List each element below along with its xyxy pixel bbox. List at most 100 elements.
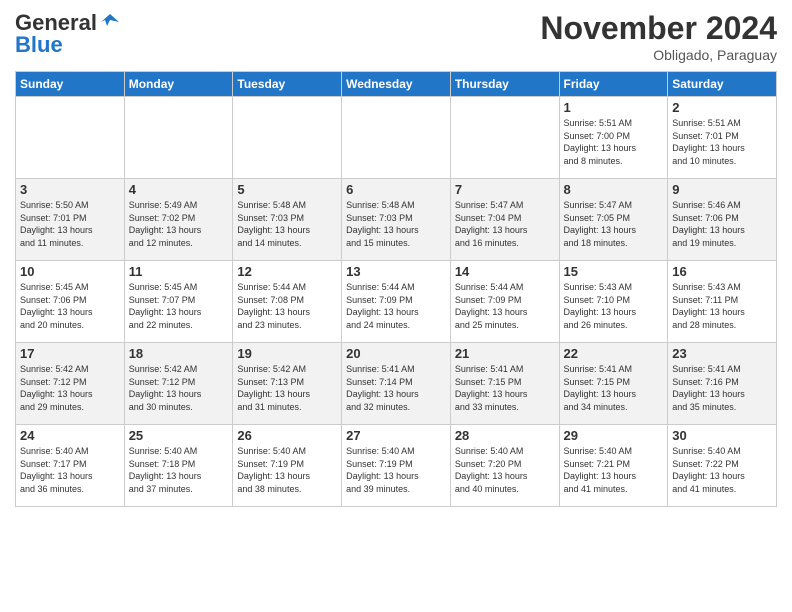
day-number: 5 <box>237 182 337 197</box>
day-detail: Sunrise: 5:44 AM Sunset: 7:08 PM Dayligh… <box>237 281 337 331</box>
calendar-cell: 8Sunrise: 5:47 AM Sunset: 7:05 PM Daylig… <box>559 179 668 261</box>
day-detail: Sunrise: 5:43 AM Sunset: 7:11 PM Dayligh… <box>672 281 772 331</box>
day-detail: Sunrise: 5:48 AM Sunset: 7:03 PM Dayligh… <box>346 199 446 249</box>
week-row-5: 24Sunrise: 5:40 AM Sunset: 7:17 PM Dayli… <box>16 425 777 507</box>
header-day-tuesday: Tuesday <box>233 72 342 97</box>
calendar-cell: 3 Sunrise: 5:50 AM Sunset: 7:01 PM Daylig… <box>16 179 125 261</box>
day-number: 8 <box>564 182 664 197</box>
day-number: 25 <box>129 428 229 443</box>
header-day-friday: Friday <box>559 72 668 97</box>
day-detail: Sunrise: 5:40 AM Sunset: 7:21 PM Dayligh… <box>564 445 664 495</box>
day-detail: Sunrise: 5:40 AM Sunset: 7:19 PM Dayligh… <box>346 445 446 495</box>
day-detail: Sunrise: 5:47 AM Sunset: 7:04 PM Dayligh… <box>455 199 555 249</box>
day-number: 3 <box>20 182 120 197</box>
calendar-cell: 28 Sunrise: 5:40 AM Sunset: 7:20 PM Dayli… <box>450 425 559 507</box>
header-row: SundayMondayTuesdayWednesdayThursdayFrid… <box>16 72 777 97</box>
calendar-table: SundayMondayTuesdayWednesdayThursdayFrid… <box>15 71 777 507</box>
calendar-cell: 12 Sunrise: 5:44 AM Sunset: 7:08 PM Dayli… <box>233 261 342 343</box>
calendar-cell: 5Sunrise: 5:48 AM Sunset: 7:03 PM Daylig… <box>233 179 342 261</box>
calendar-cell: 13Sunrise: 5:44 AM Sunset: 7:09 PM Dayli… <box>342 261 451 343</box>
calendar-cell <box>233 97 342 179</box>
day-number: 4 <box>129 182 229 197</box>
week-row-2: 3 Sunrise: 5:50 AM Sunset: 7:01 PM Daylig… <box>16 179 777 261</box>
day-number: 9 <box>672 182 772 197</box>
day-number: 12 <box>237 264 337 279</box>
calendar-cell: 10 Sunrise: 5:45 AM Sunset: 7:06 PM Dayli… <box>16 261 125 343</box>
calendar-cell: 4 Sunrise: 5:49 AM Sunset: 7:02 PM Daylig… <box>124 179 233 261</box>
day-detail: Sunrise: 5:40 AM Sunset: 7:20 PM Dayligh… <box>455 445 555 495</box>
day-detail: Sunrise: 5:50 AM Sunset: 7:01 PM Dayligh… <box>20 199 120 249</box>
day-detail: Sunrise: 5:44 AM Sunset: 7:09 PM Dayligh… <box>346 281 446 331</box>
day-detail: Sunrise: 5:46 AM Sunset: 7:06 PM Dayligh… <box>672 199 772 249</box>
calendar-cell: 17 Sunrise: 5:42 AM Sunset: 7:12 PM Dayli… <box>16 343 125 425</box>
title-block: November 2024 Obligado, Paraguay <box>540 10 777 63</box>
day-detail: Sunrise: 5:42 AM Sunset: 7:13 PM Dayligh… <box>237 363 337 413</box>
day-number: 14 <box>455 264 555 279</box>
day-detail: Sunrise: 5:40 AM Sunset: 7:19 PM Dayligh… <box>237 445 337 495</box>
header-day-saturday: Saturday <box>668 72 777 97</box>
calendar-cell: 22 Sunrise: 5:41 AM Sunset: 7:15 PM Dayli… <box>559 343 668 425</box>
logo-bird-icon <box>99 12 121 34</box>
calendar-cell: 18Sunrise: 5:42 AM Sunset: 7:12 PM Dayli… <box>124 343 233 425</box>
calendar-cell <box>450 97 559 179</box>
week-row-1: 1 Sunrise: 5:51 AM Sunset: 7:00 PM Daylig… <box>16 97 777 179</box>
day-number: 15 <box>564 264 664 279</box>
calendar-cell: 29 Sunrise: 5:40 AM Sunset: 7:21 PM Dayli… <box>559 425 668 507</box>
calendar-cell: 26Sunrise: 5:40 AM Sunset: 7:19 PM Dayli… <box>233 425 342 507</box>
day-detail: Sunrise: 5:45 AM Sunset: 7:07 PM Dayligh… <box>129 281 229 331</box>
day-number: 30 <box>672 428 772 443</box>
header-day-monday: Monday <box>124 72 233 97</box>
day-detail: Sunrise: 5:40 AM Sunset: 7:17 PM Dayligh… <box>20 445 120 495</box>
calendar-cell: 30 Sunrise: 5:40 AM Sunset: 7:22 PM Dayli… <box>668 425 777 507</box>
calendar-cell: 27 Sunrise: 5:40 AM Sunset: 7:19 PM Dayli… <box>342 425 451 507</box>
calendar-cell <box>16 97 125 179</box>
day-detail: Sunrise: 5:41 AM Sunset: 7:15 PM Dayligh… <box>564 363 664 413</box>
day-detail: Sunrise: 5:51 AM Sunset: 7:00 PM Dayligh… <box>564 117 664 167</box>
day-detail: Sunrise: 5:41 AM Sunset: 7:16 PM Dayligh… <box>672 363 772 413</box>
day-number: 23 <box>672 346 772 361</box>
calendar-cell: 9 Sunrise: 5:46 AM Sunset: 7:06 PM Daylig… <box>668 179 777 261</box>
day-detail: Sunrise: 5:44 AM Sunset: 7:09 PM Dayligh… <box>455 281 555 331</box>
day-number: 22 <box>564 346 664 361</box>
calendar-cell <box>342 97 451 179</box>
calendar-cell: 21Sunrise: 5:41 AM Sunset: 7:15 PM Dayli… <box>450 343 559 425</box>
calendar-cell: 16 Sunrise: 5:43 AM Sunset: 7:11 PM Dayli… <box>668 261 777 343</box>
calendar-cell: 15Sunrise: 5:43 AM Sunset: 7:10 PM Dayli… <box>559 261 668 343</box>
day-number: 29 <box>564 428 664 443</box>
day-number: 6 <box>346 182 446 197</box>
calendar-cell: 25Sunrise: 5:40 AM Sunset: 7:18 PM Dayli… <box>124 425 233 507</box>
day-number: 17 <box>20 346 120 361</box>
day-number: 11 <box>129 264 229 279</box>
calendar-cell: 2 Sunrise: 5:51 AM Sunset: 7:01 PM Daylig… <box>668 97 777 179</box>
week-row-4: 17 Sunrise: 5:42 AM Sunset: 7:12 PM Dayli… <box>16 343 777 425</box>
header-day-wednesday: Wednesday <box>342 72 451 97</box>
day-number: 7 <box>455 182 555 197</box>
month-title: November 2024 <box>540 10 777 47</box>
day-number: 27 <box>346 428 446 443</box>
day-number: 20 <box>346 346 446 361</box>
calendar-cell: 7 Sunrise: 5:47 AM Sunset: 7:04 PM Daylig… <box>450 179 559 261</box>
calendar-cell: 19 Sunrise: 5:42 AM Sunset: 7:13 PM Dayli… <box>233 343 342 425</box>
day-number: 16 <box>672 264 772 279</box>
logo-blue-text: Blue <box>15 32 63 58</box>
calendar-cell: 6 Sunrise: 5:48 AM Sunset: 7:03 PM Daylig… <box>342 179 451 261</box>
day-number: 21 <box>455 346 555 361</box>
day-number: 2 <box>672 100 772 115</box>
week-row-3: 10 Sunrise: 5:45 AM Sunset: 7:06 PM Dayli… <box>16 261 777 343</box>
day-detail: Sunrise: 5:45 AM Sunset: 7:06 PM Dayligh… <box>20 281 120 331</box>
calendar-cell: 23 Sunrise: 5:41 AM Sunset: 7:16 PM Dayli… <box>668 343 777 425</box>
calendar-cell <box>124 97 233 179</box>
day-number: 19 <box>237 346 337 361</box>
day-detail: Sunrise: 5:42 AM Sunset: 7:12 PM Dayligh… <box>20 363 120 413</box>
header: General Blue November 2024 Obligado, Par… <box>15 10 777 63</box>
calendar-cell: 1 Sunrise: 5:51 AM Sunset: 7:00 PM Daylig… <box>559 97 668 179</box>
day-detail: Sunrise: 5:42 AM Sunset: 7:12 PM Dayligh… <box>129 363 229 413</box>
day-detail: Sunrise: 5:40 AM Sunset: 7:22 PM Dayligh… <box>672 445 772 495</box>
day-detail: Sunrise: 5:51 AM Sunset: 7:01 PM Dayligh… <box>672 117 772 167</box>
header-day-thursday: Thursday <box>450 72 559 97</box>
day-detail: Sunrise: 5:49 AM Sunset: 7:02 PM Dayligh… <box>129 199 229 249</box>
day-number: 1 <box>564 100 664 115</box>
day-number: 10 <box>20 264 120 279</box>
day-number: 28 <box>455 428 555 443</box>
calendar-cell: 20Sunrise: 5:41 AM Sunset: 7:14 PM Dayli… <box>342 343 451 425</box>
